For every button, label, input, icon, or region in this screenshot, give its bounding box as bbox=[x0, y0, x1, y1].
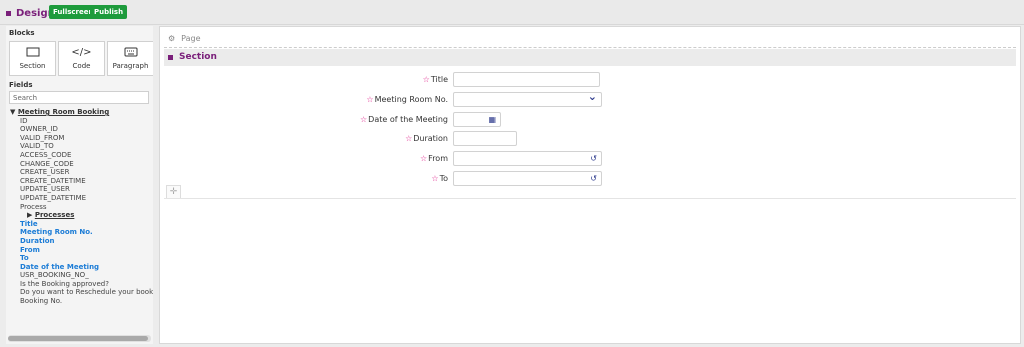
field-label-text: Duration bbox=[413, 134, 448, 144]
clock-icon[interactable]: ↺ bbox=[590, 154, 597, 164]
field-list-item[interactable]: UPDATE_USER bbox=[6, 185, 153, 194]
field-list-item[interactable]: Is the Booking approved? bbox=[6, 280, 153, 289]
section-bottom-border bbox=[164, 198, 1016, 199]
field-list-item[interactable]: Do you want to Reschedule your booking? bbox=[6, 288, 153, 297]
add-element-icon[interactable]: ✛ bbox=[166, 185, 181, 199]
field-label-text: Title bbox=[430, 75, 448, 84]
field-list-item[interactable]: To bbox=[6, 254, 153, 263]
block-code-label: Code bbox=[72, 62, 91, 70]
tree-processes-label: Processes bbox=[34, 211, 75, 220]
field-list-item[interactable]: CREATE_DATETIME bbox=[6, 177, 153, 186]
breadcrumb-divider bbox=[164, 47, 1016, 48]
field-input-select[interactable]: ⌄ bbox=[453, 91, 602, 107]
breadcrumb-page[interactable]: Page bbox=[181, 34, 200, 43]
field-input-time[interactable]: ↺ bbox=[453, 171, 602, 186]
sidebar-horizontal-scrollbar[interactable] bbox=[8, 335, 151, 342]
calendar-icon[interactable]: ▦ bbox=[488, 115, 496, 125]
required-star-icon: ☆ bbox=[431, 174, 439, 183]
keyboard-icon bbox=[108, 47, 153, 59]
form-field-row: ☆Meeting Room No. ⌄ bbox=[160, 91, 1022, 108]
field-label: ☆Title bbox=[423, 75, 448, 84]
gear-icon: ⚙ bbox=[168, 34, 176, 43]
field-list-item[interactable]: Title bbox=[6, 220, 153, 229]
breadcrumb: ⚙ Page bbox=[168, 34, 201, 43]
block-section-label: Section bbox=[19, 62, 46, 70]
chevron-down-icon[interactable]: ⌄ bbox=[588, 91, 597, 102]
publish-button[interactable]: Publish bbox=[90, 5, 128, 19]
section-square-icon bbox=[168, 55, 173, 60]
field-list-item[interactable]: Process bbox=[6, 203, 153, 212]
field-list-item[interactable]: Duration bbox=[6, 237, 153, 246]
field-input-text[interactable] bbox=[453, 72, 600, 87]
required-star-icon: ☆ bbox=[422, 75, 430, 84]
field-label-text: To bbox=[439, 174, 448, 183]
form-field-row: ☆Duration bbox=[160, 131, 1022, 147]
field-list-item[interactable]: VALID_FROM bbox=[6, 134, 153, 143]
required-star-icon: ☆ bbox=[420, 154, 428, 164]
section-icon bbox=[10, 47, 55, 59]
field-input-time[interactable]: ↺ bbox=[453, 151, 602, 167]
code-icon: </> bbox=[71, 47, 92, 58]
top-bar: Design Fullscreen Publish bbox=[0, 0, 1024, 25]
fields-tree: ▼ Meeting Room Booking ID OWNER_ID VALID_F… bbox=[6, 108, 153, 306]
field-label: ☆Date of the Meeting bbox=[360, 115, 448, 124]
form-field-row: ☆To ↺ bbox=[160, 171, 1022, 187]
clock-icon[interactable]: ↺ bbox=[590, 174, 597, 184]
field-list-item[interactable]: USR_BOOKING_NO_ bbox=[6, 271, 153, 280]
block-paragraph[interactable]: Paragraph bbox=[107, 41, 153, 76]
field-label-text: Date of the Meeting bbox=[368, 114, 448, 124]
field-list-item[interactable]: ID bbox=[6, 117, 153, 126]
tree-root[interactable]: ▼ Meeting Room Booking bbox=[6, 108, 153, 117]
form-field-row: ☆From ↺ bbox=[160, 151, 1022, 167]
tree-processes[interactable]: ▶ Processes bbox=[6, 211, 153, 220]
form-field-row: ☆Date of the Meeting ▦ bbox=[160, 111, 1022, 128]
fields-search-input[interactable]: Search bbox=[9, 91, 149, 104]
form-field-row: ☆Title bbox=[160, 72, 1022, 88]
field-label-text: From bbox=[428, 154, 448, 164]
field-list-item[interactable]: CREATE_USER bbox=[6, 168, 153, 177]
section-header[interactable]: Section bbox=[164, 49, 1016, 66]
scrollbar-thumb[interactable] bbox=[8, 336, 148, 341]
fields-heading: Fields bbox=[9, 81, 33, 89]
field-label: ☆Duration bbox=[405, 134, 448, 143]
field-list-item[interactable]: Meeting Room No. bbox=[6, 228, 153, 237]
field-input-number[interactable] bbox=[453, 131, 517, 147]
section-title: Section bbox=[179, 52, 217, 62]
field-list-item[interactable]: CHANGE_CODE bbox=[6, 160, 153, 169]
blocks-heading: Blocks bbox=[9, 29, 35, 37]
tree-root-label: Meeting Room Booking bbox=[17, 108, 110, 116]
field-list-item[interactable]: Booking No. bbox=[6, 297, 153, 306]
app-title: Design bbox=[6, 8, 55, 19]
field-label: ☆To bbox=[431, 174, 448, 183]
block-paragraph-label: Paragraph bbox=[112, 62, 149, 70]
field-list-item[interactable]: Date of the Meeting bbox=[6, 263, 153, 272]
field-label: ☆Meeting Room No. bbox=[366, 95, 448, 104]
canvas: ⚙ Page Section ☆Title ☆Meeting Room No. ⌄ ☆D… bbox=[159, 26, 1021, 344]
field-list-item[interactable]: UPDATE_DATETIME bbox=[6, 194, 153, 203]
field-list-item[interactable]: OWNER_ID bbox=[6, 125, 153, 134]
field-input-date[interactable]: ▦ bbox=[453, 111, 501, 127]
required-star-icon: ☆ bbox=[359, 114, 368, 124]
field-label-text: Meeting Room No. bbox=[374, 94, 448, 104]
field-list-item[interactable]: From bbox=[6, 246, 153, 255]
required-star-icon: ☆ bbox=[366, 94, 374, 104]
block-section[interactable]: Section bbox=[9, 41, 56, 76]
sidebar: Blocks Section </> Code Paragraph Fields… bbox=[6, 26, 153, 344]
brand-square-icon bbox=[6, 11, 11, 16]
field-label: ☆From bbox=[420, 154, 448, 163]
block-code[interactable]: </> Code bbox=[58, 41, 105, 76]
field-list-item[interactable]: VALID_TO bbox=[6, 142, 153, 151]
field-list-item[interactable]: ACCESS_CODE bbox=[6, 151, 153, 160]
required-star-icon: ☆ bbox=[405, 134, 413, 144]
